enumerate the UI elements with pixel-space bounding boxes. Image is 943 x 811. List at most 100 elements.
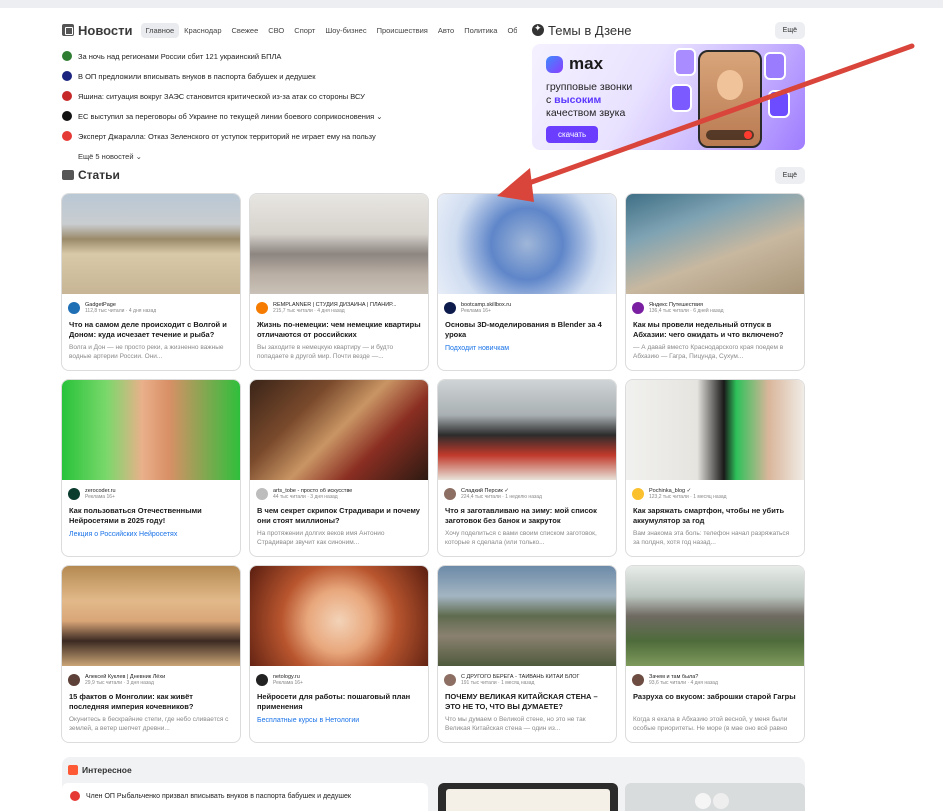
article-card[interactable]: Сладкий Персик ✓ 224,4 тыс читали · 1 нед… [437, 379, 617, 557]
interesting-news-card[interactable]: Член ОП Рыбальченко призвал вписывать вн… [62, 783, 428, 811]
article-thumbnail[interactable] [62, 380, 240, 480]
tab-main[interactable]: Главное [140, 22, 180, 38]
article-title[interactable]: ПОЧЕМУ ВЕЛИКАЯ КИТАЙСКАЯ СТЕНА – ЭТО НЕ … [438, 688, 616, 712]
articles-icon [62, 170, 74, 180]
zen-more-button[interactable]: Ещё [774, 21, 805, 39]
source-icon [62, 131, 72, 141]
article-thumbnail[interactable] [626, 194, 804, 294]
interesting-news-item[interactable]: Член ОП Рыбальченко призвал вписывать вн… [70, 791, 351, 801]
article-meta: bootcamp.skillbox.ru Реклама 16+ [438, 294, 616, 316]
news-item[interactable]: В ОП предложили вписывать внуков в паспо… [62, 66, 517, 86]
article-description: Что мы думаем о Великой стене, но это не… [445, 716, 586, 732]
article-card[interactable]: REMPLANNER | СТУДИЯ ДИЗАЙНА | ПЛАНИР... 2… [249, 193, 429, 371]
tab-svo[interactable]: СВО [263, 23, 289, 38]
article-thumbnail[interactable] [62, 194, 240, 294]
article-title[interactable]: В чем секрет скрипок Страдивари и почему… [250, 502, 428, 526]
article-card[interactable]: bootcamp.skillbox.ru Реклама 16+ Основы 3D… [437, 193, 617, 371]
banner-line-2: с высоким [546, 94, 601, 106]
publisher-avatar[interactable] [68, 673, 80, 686]
articles-more-button[interactable]: Ещё [774, 166, 805, 184]
news-item[interactable]: ЕС выступил за переговоры об Украине по … [62, 106, 517, 126]
article-title[interactable]: Как заряжать смартфон, чтобы не убить ак… [626, 502, 804, 526]
interesting-title[interactable]: Интересное [68, 765, 132, 775]
article-title[interactable]: Что я заготавливаю на зиму: мой список з… [438, 502, 616, 526]
article-link[interactable]: Лекция о Российских Нейросетях [62, 526, 240, 538]
participant-avatar [764, 52, 786, 80]
news-item[interactable]: Эксперт Джаралла: Отказ Зеленского от ус… [62, 126, 517, 146]
article-card[interactable]: zerocoder.ru Реклама 16+ Как пользоваться … [61, 379, 241, 557]
article-card[interactable]: С ДРУГОГО БЕРЕГА - ТАЙВАНЬ КИТАЙ БЛОГ 191… [437, 565, 617, 743]
tab-krasnodar[interactable]: Краснодар [179, 23, 226, 38]
news-item[interactable]: За ночь над регионами России сбит 121 ук… [62, 46, 517, 66]
publisher-avatar[interactable] [444, 673, 456, 686]
article-card[interactable]: arts_tobe - просто об искусстве 44 тыс чи… [249, 379, 429, 557]
publisher-avatar[interactable] [632, 487, 644, 500]
article-card[interactable]: GadgetPage 112,8 тыс читали · 4 дня назад… [61, 193, 241, 371]
tab-incidents[interactable]: Происшествия [372, 23, 433, 38]
article-card[interactable]: Яндекс Путешествия 136,4 тыс читали · 6 д… [625, 193, 805, 371]
article-card[interactable]: Алексей Куклев | Дневник Лёхи 29,9 тыс чи… [61, 565, 241, 743]
tab-auto[interactable]: Авто [433, 23, 459, 38]
interesting-card[interactable] [438, 783, 618, 811]
article-thumbnail[interactable] [626, 380, 804, 480]
news-item[interactable]: Яшина: ситуация вокруг ЗАЭС становится к… [62, 86, 517, 106]
tab-sport[interactable]: Спорт [289, 23, 320, 38]
article-card[interactable]: Зачем и там была? 93,6 тыс читали · 4 дня… [625, 565, 805, 743]
article-thumbnail[interactable] [438, 566, 616, 666]
article-thumbnail[interactable] [62, 566, 240, 666]
publisher-avatar[interactable] [256, 487, 268, 500]
news-title[interactable]: Новости [62, 23, 133, 38]
publisher-avatar[interactable] [632, 673, 644, 686]
tab-showbiz[interactable]: Шоу-бизнес [320, 23, 371, 38]
interesting-card-image [695, 793, 711, 809]
article-card[interactable]: Pochinka_blog ✓ 123,2 тыс читали · 1 меся… [625, 379, 805, 557]
article-thumbnail[interactable] [250, 194, 428, 294]
max-ad-banner[interactable]: max групповые звонки с высоким качеством… [532, 44, 805, 150]
source-icon [62, 51, 72, 61]
interesting-card[interactable] [625, 783, 805, 811]
download-button[interactable]: скачать [546, 126, 599, 143]
publisher-avatar[interactable] [444, 301, 456, 314]
article-description: Когда я ехала в Абхазию этой весной, у м… [633, 716, 788, 732]
article-title[interactable]: 15 фактов о Монголии: как живёт последня… [62, 688, 240, 712]
article-meta: GadgetPage 112,8 тыс читали · 4 дня назад [62, 294, 240, 316]
article-title[interactable]: Как мы провели недельный отпуск в Абхази… [626, 316, 804, 340]
article-stats: 191 тыс читали · 1 месяц назад [461, 679, 535, 686]
article-title[interactable]: Основы 3D-моделирования в Blender за 4 у… [438, 316, 616, 340]
more-news-button[interactable]: Ещё 5 новостей ⌄ [78, 152, 142, 161]
article-title[interactable]: Жизнь по-немецки: чем немецкие квартиры … [250, 316, 428, 340]
tab-politics[interactable]: Политика [459, 23, 502, 38]
article-stats: Реклама 16+ [273, 679, 303, 686]
article-link[interactable]: Подходит новичкам [438, 340, 616, 352]
article-stats: Реклама 16+ [85, 493, 115, 500]
article-title[interactable]: Разруха со вкусом: заброшки старой Гагры [626, 688, 804, 712]
meta-text: Зачем и там была? 93,6 тыс читали · 4 дня… [649, 674, 718, 686]
article-thumbnail[interactable] [626, 566, 804, 666]
article-thumbnail[interactable] [438, 194, 616, 294]
interesting-section: Интересное Член ОП Рыбальченко призвал в… [62, 757, 805, 811]
article-link[interactable]: Бесплатные курсы в Нетологии [250, 712, 428, 724]
publisher-avatar[interactable] [256, 301, 268, 314]
article-thumbnail[interactable] [438, 380, 616, 480]
article-stats: 93,6 тыс читали · 4 дня назад [649, 679, 718, 686]
tab-fresh[interactable]: Свежее [227, 23, 264, 38]
publisher-avatar[interactable] [444, 487, 456, 500]
publisher-avatar[interactable] [68, 487, 80, 500]
zen-title[interactable]: Темы в Дзене [532, 23, 632, 38]
phone-illustration [698, 50, 762, 148]
meta-text: Алексей Куклев | Дневник Лёхи 29,9 тыс чи… [85, 674, 165, 686]
articles-title[interactable]: Статьи [62, 168, 120, 182]
publisher-avatar[interactable] [68, 301, 80, 314]
article-title[interactable]: Нейросети для работы: пошаговый план при… [250, 688, 428, 712]
article-description: Хочу поделиться с вами своим списком заг… [445, 530, 597, 546]
publisher-avatar[interactable] [256, 673, 268, 686]
article-title[interactable]: Что на самом деле происходит с Волгой и … [62, 316, 240, 340]
article-card[interactable]: netology.ru Реклама 16+ Нейросети для рабо… [249, 565, 429, 743]
article-title[interactable]: Как пользоваться Отечественными Нейросет… [62, 502, 240, 526]
tab-society[interactable]: Общ [502, 23, 517, 38]
publisher-avatar[interactable] [632, 301, 644, 314]
meta-text: С ДРУГОГО БЕРЕГА - ТАЙВАНЬ КИТАЙ БЛОГ 191… [461, 674, 580, 686]
article-thumbnail[interactable] [250, 566, 428, 666]
article-stats: 215,7 тыс читали · 4 дня назад [273, 307, 345, 314]
article-thumbnail[interactable] [250, 380, 428, 480]
